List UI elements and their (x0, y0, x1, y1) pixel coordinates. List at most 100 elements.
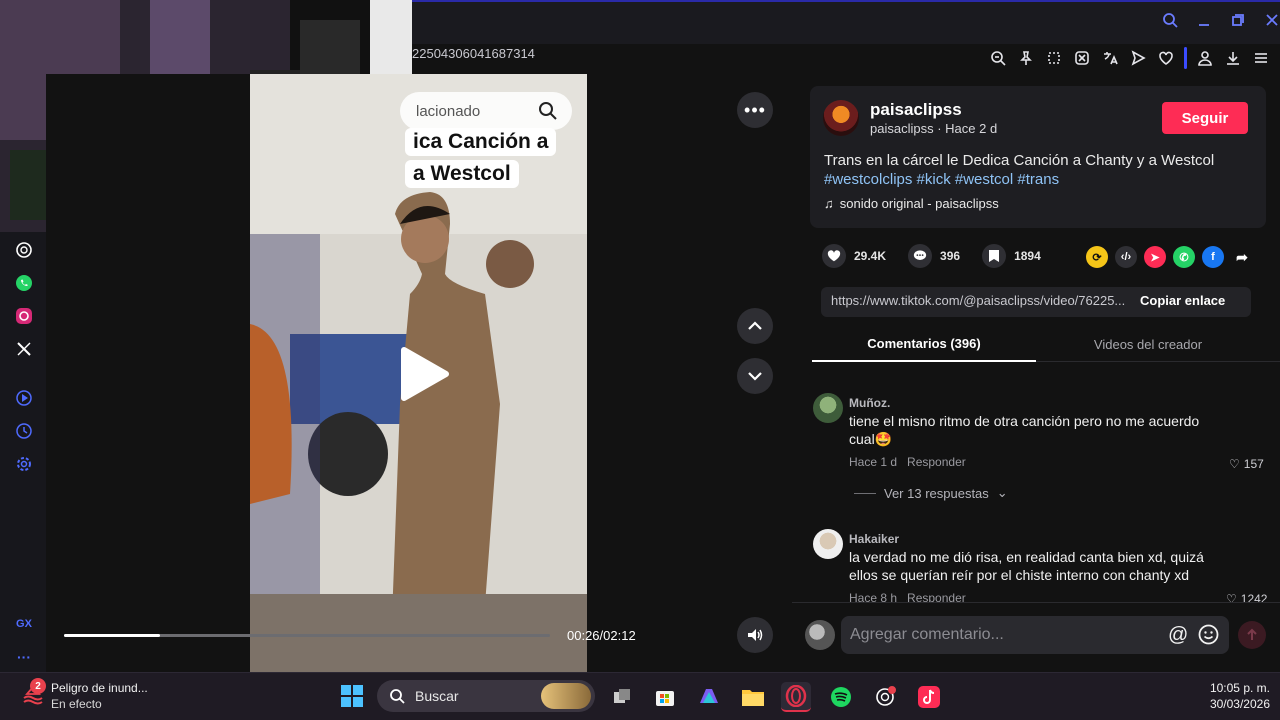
comment-count: 396 (940, 249, 961, 263)
facebook-share-icon[interactable]: f (1202, 246, 1224, 268)
related-label: lacionado (416, 102, 481, 120)
embed-icon[interactable]: ‹/› (1115, 246, 1137, 268)
description-text: Trans en la cárcel le Dedica Canción a C… (824, 152, 1215, 169)
video-time: 00:26/02:12 (567, 628, 636, 643)
post-description: Trans en la cárcel le Dedica Canción a C… (824, 151, 1244, 189)
gx-label[interactable]: GX (13, 613, 35, 635)
comment-meta: Hace 1 d Responder (849, 455, 966, 469)
file-explorer-icon[interactable] (738, 682, 768, 712)
account-icon[interactable] (1195, 48, 1215, 68)
crop-icon[interactable] (1044, 48, 1064, 68)
x-twitter-icon[interactable] (13, 338, 35, 360)
whatsapp-icon[interactable] (13, 272, 35, 294)
like-button[interactable]: 29.4K (822, 244, 886, 268)
search-icon[interactable] (1160, 10, 1180, 30)
avatar[interactable] (813, 393, 843, 423)
translate-icon[interactable] (1100, 48, 1120, 68)
avatar[interactable] (813, 529, 843, 559)
toolbar-divider (1184, 47, 1187, 69)
window-controls (1160, 10, 1280, 30)
maximize-icon[interactable] (1228, 10, 1248, 30)
arrow-up-icon (1247, 628, 1257, 640)
play-icon[interactable] (398, 346, 450, 402)
minimize-icon[interactable] (1194, 10, 1214, 30)
video-link[interactable]: https://www.tiktok.com/@paisaclipss/vide… (831, 293, 1131, 308)
address-fragment[interactable]: 22504306041687314 (412, 46, 535, 61)
close-icon[interactable] (1262, 10, 1280, 30)
heart-outline-icon: ♡ (1229, 457, 1240, 471)
history-icon[interactable] (13, 420, 35, 442)
browser-sidebar (0, 232, 46, 672)
tab-comments[interactable]: Comentarios (396) (812, 326, 1036, 362)
copy-link-button[interactable]: Copiar enlace (1140, 293, 1225, 308)
share-more-icon[interactable]: ➦ (1231, 246, 1253, 268)
comment-button[interactable]: 396 (908, 244, 960, 268)
share-icons: ⟳ ‹/› ➤ ✆ f ➦ (1086, 246, 1253, 268)
whatsapp-share-icon[interactable]: ✆ (1173, 246, 1195, 268)
related-search-pill[interactable]: lacionado (400, 92, 572, 130)
viewer-toolbar (988, 44, 1271, 72)
music-row[interactable]: ♫ sonido original - paisaclipss (824, 196, 999, 211)
bookmark-icon (982, 244, 1007, 268)
action-row: 29.4K 396 1894 (822, 244, 1063, 268)
clock-date[interactable]: 30/03/2026 (1190, 697, 1270, 711)
chevron-down-icon: ⌄ (996, 485, 1008, 500)
search-highlight-image (541, 683, 591, 709)
chevron-down-icon (748, 372, 762, 381)
progress-fill (64, 634, 160, 637)
comment-like-count: 157 (1243, 457, 1264, 471)
previous-video-button[interactable] (737, 308, 773, 344)
comment-author[interactable]: Hakaiker (849, 532, 899, 546)
player-icon[interactable] (13, 387, 35, 409)
save-button[interactable]: 1894 (982, 244, 1041, 268)
heart-icon[interactable] (1156, 48, 1176, 68)
task-view-icon[interactable] (607, 682, 637, 712)
view-replies-button[interactable]: Ver 13 respuestas ⌄ (854, 485, 1008, 501)
download-icon[interactable] (1223, 48, 1243, 68)
save-count: 1894 (1014, 249, 1041, 263)
music-note-icon: ♫ (824, 196, 834, 211)
spotify-icon[interactable] (826, 682, 856, 712)
chatgpt-icon[interactable] (13, 239, 35, 261)
m365-icon[interactable] (694, 682, 724, 712)
tiktok-icon[interactable] (914, 682, 944, 712)
taskbar (0, 672, 1280, 720)
windows-start-icon[interactable] (340, 684, 364, 708)
settings-icon[interactable] (13, 453, 35, 475)
send-comment-button[interactable] (1238, 621, 1266, 649)
volume-button[interactable] (737, 617, 773, 653)
opera-gx-icon[interactable] (781, 682, 811, 712)
menu-icon[interactable] (1251, 48, 1271, 68)
weather-title[interactable]: Peligro de inund... (51, 681, 148, 695)
tab-creator-videos[interactable]: Videos del creador (1036, 326, 1260, 362)
author-name[interactable]: paisaclipss (870, 100, 962, 120)
heart-icon (822, 244, 846, 268)
block-icon[interactable] (1072, 48, 1092, 68)
instagram-icon[interactable] (13, 305, 35, 327)
chevron-up-icon (748, 321, 762, 330)
mention-icon[interactable]: @ (1168, 624, 1188, 647)
send-to-friends-icon[interactable]: ➤ (1144, 246, 1166, 268)
microsoft-store-icon[interactable] (650, 682, 680, 712)
hashtags[interactable]: #westcolclips #kick #westcol #trans (824, 171, 1059, 188)
openai-app-icon[interactable] (870, 682, 900, 712)
repost-icon[interactable]: ⟳ (1086, 246, 1108, 268)
zoom-out-icon[interactable] (988, 48, 1008, 68)
emoji-icon[interactable] (1198, 624, 1219, 645)
clock-time[interactable]: 10:05 p. m. (1190, 681, 1270, 695)
more-options-button[interactable]: ••• (737, 92, 773, 128)
pin-icon[interactable] (1016, 48, 1036, 68)
follow-button[interactable]: Seguir (1162, 102, 1248, 134)
like-count: 29.4K (854, 249, 887, 263)
search-icon[interactable] (538, 101, 558, 121)
comment-author[interactable]: Muñoz. (849, 396, 890, 410)
comment-time: Hace 1 d (849, 455, 898, 469)
sidebar-more-icon[interactable]: ··· (13, 646, 35, 668)
volume-icon (748, 629, 763, 641)
author-avatar[interactable] (823, 100, 859, 136)
send-icon[interactable] (1128, 48, 1148, 68)
taskbar-search[interactable]: Buscar (377, 680, 595, 712)
reply-button[interactable]: Responder (907, 455, 966, 469)
comment-like-button[interactable]: ♡ 157 (1229, 457, 1264, 471)
next-video-button[interactable] (737, 358, 773, 394)
